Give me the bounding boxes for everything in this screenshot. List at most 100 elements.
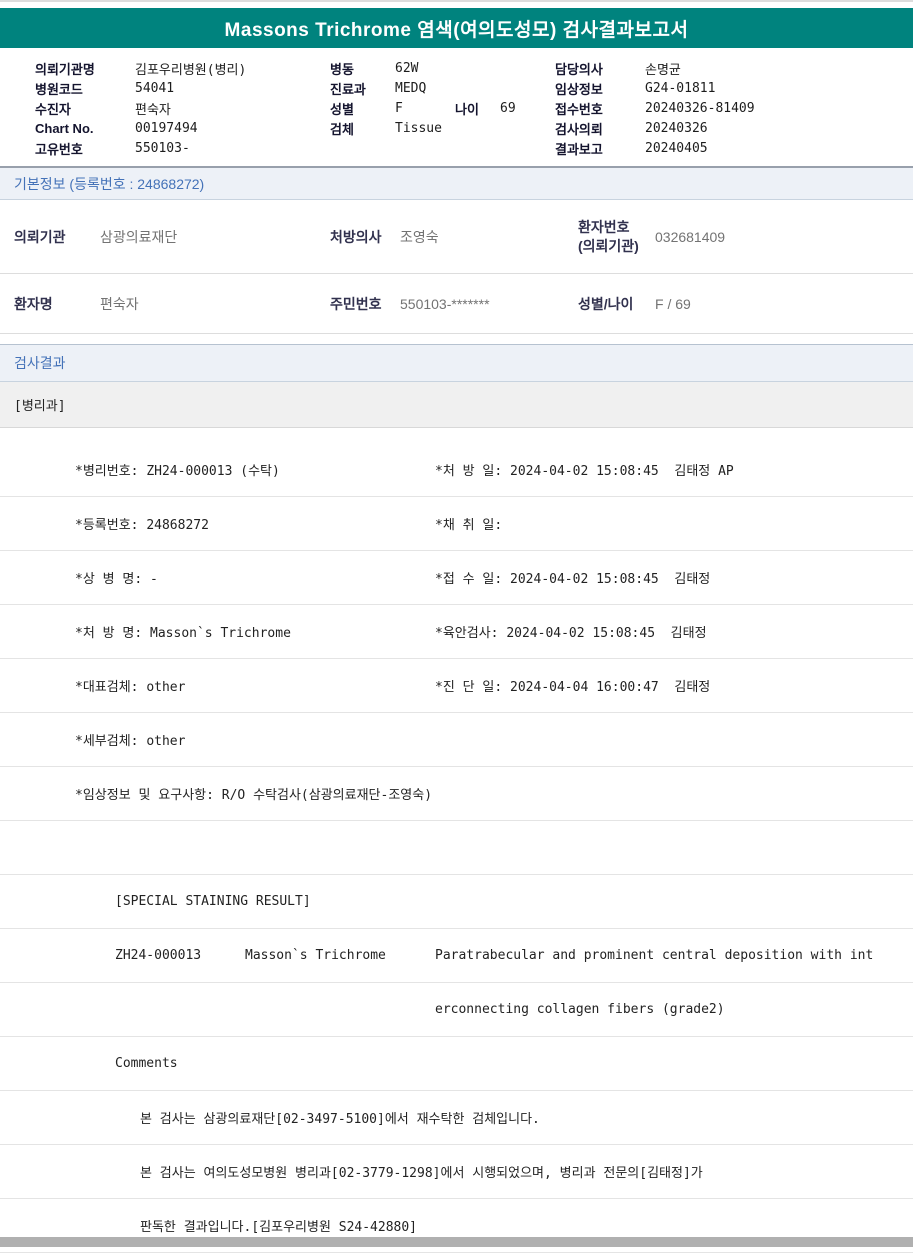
result-field-left: *처 방 명: Masson`s Trichrome bbox=[75, 626, 291, 641]
result-row: *임상정보 및 요구사항: R/O 수탁검사(삼광의료재단-조영숙) bbox=[0, 767, 913, 821]
result-row-empty bbox=[0, 821, 913, 875]
field-label: 환자번호 (의뢰기관) bbox=[578, 219, 639, 254]
header-col-left: 의뢰기관명 김포우리병원(병리) 병원코드 54041 수진자 편숙자 Char… bbox=[35, 58, 330, 158]
header-field: 검체 Tissue bbox=[330, 118, 555, 138]
field-value: 54041 bbox=[135, 80, 175, 96]
field-value: 20240326-81409 bbox=[645, 100, 755, 116]
field-label: Chart No. bbox=[35, 120, 94, 136]
report-title: Massons Trichrome 염색(여의도성모) 검사결과보고서 bbox=[224, 19, 689, 41]
field-label: 성별 bbox=[330, 101, 354, 117]
field-value: 69 bbox=[500, 100, 516, 116]
header-field: 의뢰기관명 김포우리병원(병리) bbox=[35, 58, 330, 78]
result-field-left: *등록번호: 24868272 bbox=[75, 518, 209, 533]
field-value: 550103- bbox=[135, 140, 190, 156]
result-stain-name: Masson`s Trichrome bbox=[245, 948, 386, 963]
header-col-middle: 병동 62W 진료과 MEDQ 성별 F 나이 69 검체 Tissue bbox=[330, 58, 555, 158]
result-row: *대표검체: other *진 단 일: 2024-04-04 16:00:47… bbox=[0, 659, 913, 713]
field-value: Tissue bbox=[395, 120, 442, 136]
field-value: 김포우리병원(병리) bbox=[135, 62, 247, 78]
report-header-info: 의뢰기관명 김포우리병원(병리) 병원코드 54041 수진자 편숙자 Char… bbox=[0, 48, 913, 166]
result-comment-line: 판독한 결과입니다.[김포우리병원 S24-42880] bbox=[140, 1220, 418, 1235]
header-col-right: 담당의사 손명균 임상정보 G24-01811 접수번호 20240326-81… bbox=[555, 58, 913, 158]
basic-info-section-title: 기본정보 (등록번호 : 24868272) bbox=[14, 175, 205, 192]
lab-report-page: Massons Trichrome 염색(여의도성모) 검사결과보고서 의뢰기관… bbox=[0, 0, 913, 1253]
basic-info-section-header: 기본정보 (등록번호 : 24868272) bbox=[0, 168, 913, 200]
header-field: 임상정보 G24-01811 bbox=[555, 78, 913, 98]
department-label: [병리과] bbox=[14, 399, 66, 414]
result-field-left: *병리번호: ZH24-000013 (수탁) bbox=[75, 464, 280, 479]
field-label: 의뢰기관 bbox=[14, 228, 66, 245]
field-value: G24-01811 bbox=[645, 80, 716, 96]
result-finding-text: Paratrabecular and prominent central dep… bbox=[435, 948, 874, 963]
field-label: 검사의뢰 bbox=[555, 121, 603, 137]
department-row: [병리과] bbox=[0, 382, 913, 428]
result-row: *등록번호: 24868272 *채 취 일: bbox=[0, 497, 913, 551]
field-label: 병동 bbox=[330, 61, 354, 77]
result-field-right: *진 단 일: 2024-04-04 16:00:47 김태정 bbox=[435, 680, 711, 695]
result-row: erconnecting collagen fibers (grade2) bbox=[0, 983, 913, 1037]
field-label: 진료과 bbox=[330, 81, 366, 97]
result-comment-line: 본 검사는 여의도성모병원 병리과[02-3779-1298]에서 시행되었으며… bbox=[140, 1166, 703, 1181]
result-row: *상 병 명: - *접 수 일: 2024-04-02 15:08:45 김태… bbox=[0, 551, 913, 605]
result-field-left: *세부검체: other bbox=[75, 734, 186, 749]
field-value: F / 69 bbox=[655, 295, 691, 312]
result-field-right: *접 수 일: 2024-04-02 15:08:45 김태정 bbox=[435, 572, 711, 587]
field-label: 담당의사 bbox=[555, 61, 603, 77]
field-label: 나이 bbox=[455, 101, 479, 117]
field-value: 62W bbox=[395, 60, 419, 76]
field-label: 성별/나이 bbox=[578, 295, 634, 312]
result-comments-heading: Comments bbox=[115, 1056, 178, 1071]
result-field-left: *대표검체: other bbox=[75, 680, 186, 695]
results-section-header: 검사결과 bbox=[0, 344, 913, 382]
bottom-scroll-strip bbox=[0, 1237, 913, 1247]
result-section-heading: [SPECIAL STAINING RESULT] bbox=[115, 894, 311, 909]
result-row: *세부검체: other bbox=[0, 713, 913, 767]
field-label: 처방의사 bbox=[330, 228, 382, 245]
field-value: 032681409 bbox=[655, 228, 726, 245]
field-value: 삼광의료재단 bbox=[100, 228, 178, 245]
header-field-sex-age: 성별 F 나이 69 bbox=[330, 98, 555, 118]
field-label: 임상정보 bbox=[555, 81, 603, 97]
field-label: 결과보고 bbox=[555, 141, 603, 157]
header-field: 검사의뢰 20240326 bbox=[555, 118, 913, 138]
header-field: 결과보고 20240405 bbox=[555, 138, 913, 158]
report-title-banner: Massons Trichrome 염색(여의도성모) 검사결과보고서 bbox=[0, 8, 913, 48]
field-value: 조영숙 bbox=[400, 228, 439, 245]
header-field: 접수번호 20240326-81409 bbox=[555, 98, 913, 118]
field-value: 00197494 bbox=[135, 120, 198, 136]
result-row: 본 검사는 여의도성모병원 병리과[02-3779-1298]에서 시행되었으며… bbox=[0, 1145, 913, 1199]
result-row: ZH24-000013 Masson`s Trichrome Paratrabe… bbox=[0, 929, 913, 983]
field-label: 병원코드 bbox=[35, 81, 83, 97]
field-value: 편숙자 bbox=[100, 295, 139, 312]
result-row: Comments bbox=[0, 1037, 913, 1091]
result-row: [SPECIAL STAINING RESULT] bbox=[0, 875, 913, 929]
field-value: 손명균 bbox=[645, 62, 681, 78]
result-clinical-info: *임상정보 및 요구사항: R/O 수탁검사(삼광의료재단-조영숙) bbox=[75, 788, 433, 803]
field-label: 수진자 bbox=[35, 101, 71, 117]
header-field: 수진자 편숙자 bbox=[35, 98, 330, 118]
field-label: 환자명 bbox=[14, 295, 53, 312]
field-value: 20240326 bbox=[645, 120, 708, 136]
basic-info-row: 의뢰기관 삼광의료재단 처방의사 조영숙 환자번호 (의뢰기관) 0326814… bbox=[0, 200, 913, 274]
header-field: Chart No. 00197494 bbox=[35, 118, 330, 138]
header-field: 병원코드 54041 bbox=[35, 78, 330, 98]
result-row: 본 검사는 삼광의료재단[02-3497-5100]에서 재수탁한 검체입니다. bbox=[0, 1091, 913, 1145]
header-field: 진료과 MEDQ bbox=[330, 78, 555, 98]
field-label: 검체 bbox=[330, 121, 354, 137]
result-comment-line: 본 검사는 삼광의료재단[02-3497-5100]에서 재수탁한 검체입니다. bbox=[140, 1112, 540, 1127]
basic-info-table: 의뢰기관 삼광의료재단 처방의사 조영숙 환자번호 (의뢰기관) 0326814… bbox=[0, 200, 913, 334]
top-border bbox=[0, 0, 913, 2]
result-row: *병리번호: ZH24-000013 (수탁) *처 방 일: 2024-04-… bbox=[0, 443, 913, 497]
field-value: MEDQ bbox=[395, 80, 427, 96]
field-value: 편숙자 bbox=[135, 102, 171, 118]
result-field-right: *처 방 일: 2024-04-02 15:08:45 김태정 AP bbox=[435, 464, 734, 479]
result-field-right: *육안검사: 2024-04-02 15:08:45 김태정 bbox=[435, 626, 707, 641]
field-value: 20240405 bbox=[645, 140, 708, 156]
field-label: 주민번호 bbox=[330, 295, 382, 312]
field-value: F bbox=[395, 100, 403, 116]
header-field: 담당의사 손명균 bbox=[555, 58, 913, 78]
field-label: 접수번호 bbox=[555, 101, 603, 117]
result-field-right: *채 취 일: bbox=[435, 518, 503, 533]
result-finding-text: erconnecting collagen fibers (grade2) bbox=[435, 1002, 725, 1017]
header-field: 고유번호 550103- bbox=[35, 138, 330, 158]
